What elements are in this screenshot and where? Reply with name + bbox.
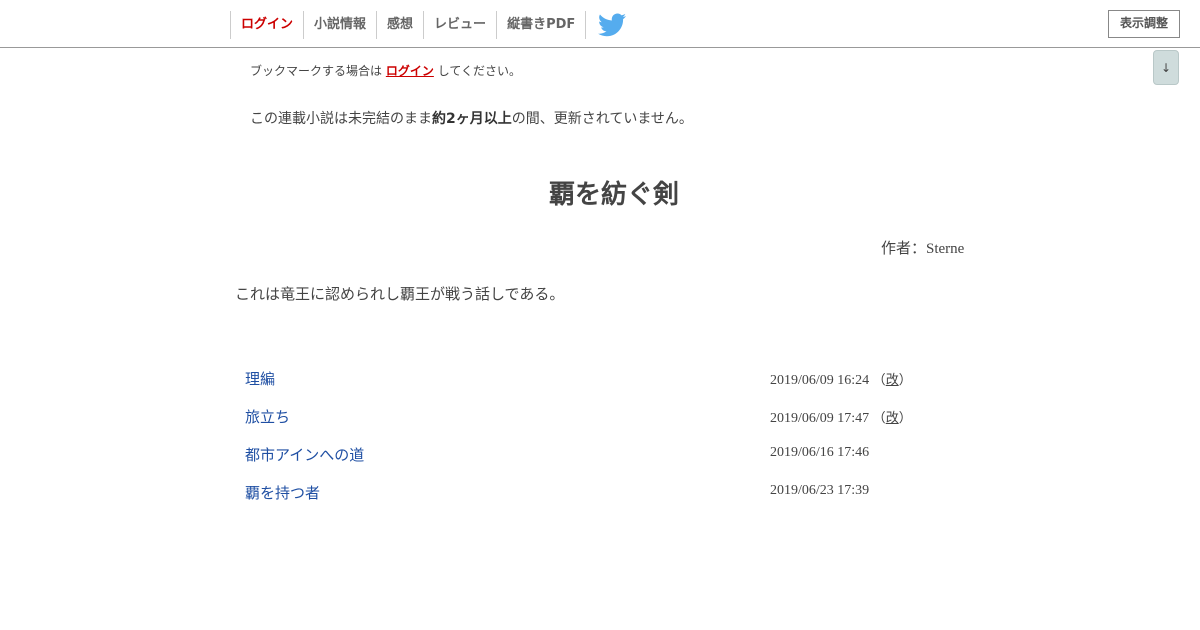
episode-date-text: 2019/06/16 17:46: [770, 445, 870, 460]
notice-prefix: この連載小説は未完結のまま: [250, 111, 432, 127]
nav-login-link[interactable]: ログイン: [230, 11, 303, 39]
revision-paren-open: （: [872, 373, 886, 388]
revised-marker[interactable]: 改: [886, 411, 899, 426]
list-item: 旅立ち 2019/06/09 17:47 （改）: [235, 398, 975, 436]
episode-date: 2019/06/16 17:46: [770, 445, 869, 461]
nav-novel-info-link[interactable]: 小説情報: [303, 11, 376, 39]
episode-date: 2019/06/09 17:47 （改）: [770, 407, 912, 427]
bookmark-suffix-text: してください。: [437, 64, 521, 78]
episode-list: 理編 2019/06/09 16:24 （改） 旅立ち 2019/06/09 1…: [235, 360, 975, 512]
nav-vertical-pdf-link[interactable]: 縦書きPDF: [496, 11, 587, 39]
bookmark-login-message: ブックマークする場合は ログイン してください。: [250, 62, 521, 79]
novel-summary: これは竜王に認められし覇王が戦う話しである。: [235, 285, 565, 303]
episode-date: 2019/06/09 16:24 （改）: [770, 369, 912, 389]
bookmark-login-link[interactable]: ログイン: [386, 64, 434, 78]
novel-title: 覇を紡ぐ剣: [548, 180, 679, 210]
notice-suffix: の間、更新されていません。: [511, 111, 693, 127]
top-navigation-bar: ログイン 小説情報 感想 レビュー 縦書きPDF 表示調整: [0, 0, 1200, 48]
author-name: Sterne: [926, 241, 965, 257]
revision-paren-close: ）: [898, 373, 912, 388]
episode-date-text: 2019/06/09 17:47: [770, 411, 870, 426]
scroll-down-button[interactable]: ↓: [1153, 50, 1179, 85]
main-nav: ログイン 小説情報 感想 レビュー 縦書きPDF: [230, 11, 587, 39]
twitter-bird-icon[interactable]: [598, 13, 626, 37]
episode-link[interactable]: 都市アインへの道: [245, 444, 364, 465]
bookmark-prefix-text: ブックマークする場合は: [250, 64, 383, 78]
author-label: 作者：: [881, 239, 927, 257]
not-updated-notice: この連載小説は未完結のまま約2ヶ月以上の間、更新されていません。: [250, 108, 693, 128]
list-item: 都市アインへの道 2019/06/16 17:46: [235, 436, 975, 474]
display-settings-button[interactable]: 表示調整: [1108, 10, 1180, 38]
revised-marker[interactable]: 改: [886, 373, 899, 388]
revision-paren-open: （: [872, 411, 886, 426]
episode-link[interactable]: 理編: [245, 368, 275, 389]
episode-link[interactable]: 覇を持つ者: [245, 482, 320, 503]
list-item: 覇を持つ者 2019/06/23 17:39: [235, 474, 975, 512]
author-line: 作者：Sterne: [881, 237, 964, 258]
list-item: 理編 2019/06/09 16:24 （改）: [235, 360, 975, 398]
episode-link[interactable]: 旅立ち: [245, 406, 290, 427]
revision-paren-close: ）: [898, 411, 912, 426]
notice-duration: 約2ヶ月以上: [432, 111, 512, 127]
episode-date-text: 2019/06/09 16:24: [770, 373, 870, 388]
episode-date-text: 2019/06/23 17:39: [770, 483, 870, 498]
nav-impressions-link[interactable]: 感想: [376, 11, 423, 39]
episode-date: 2019/06/23 17:39: [770, 483, 869, 499]
nav-review-link[interactable]: レビュー: [423, 11, 496, 39]
